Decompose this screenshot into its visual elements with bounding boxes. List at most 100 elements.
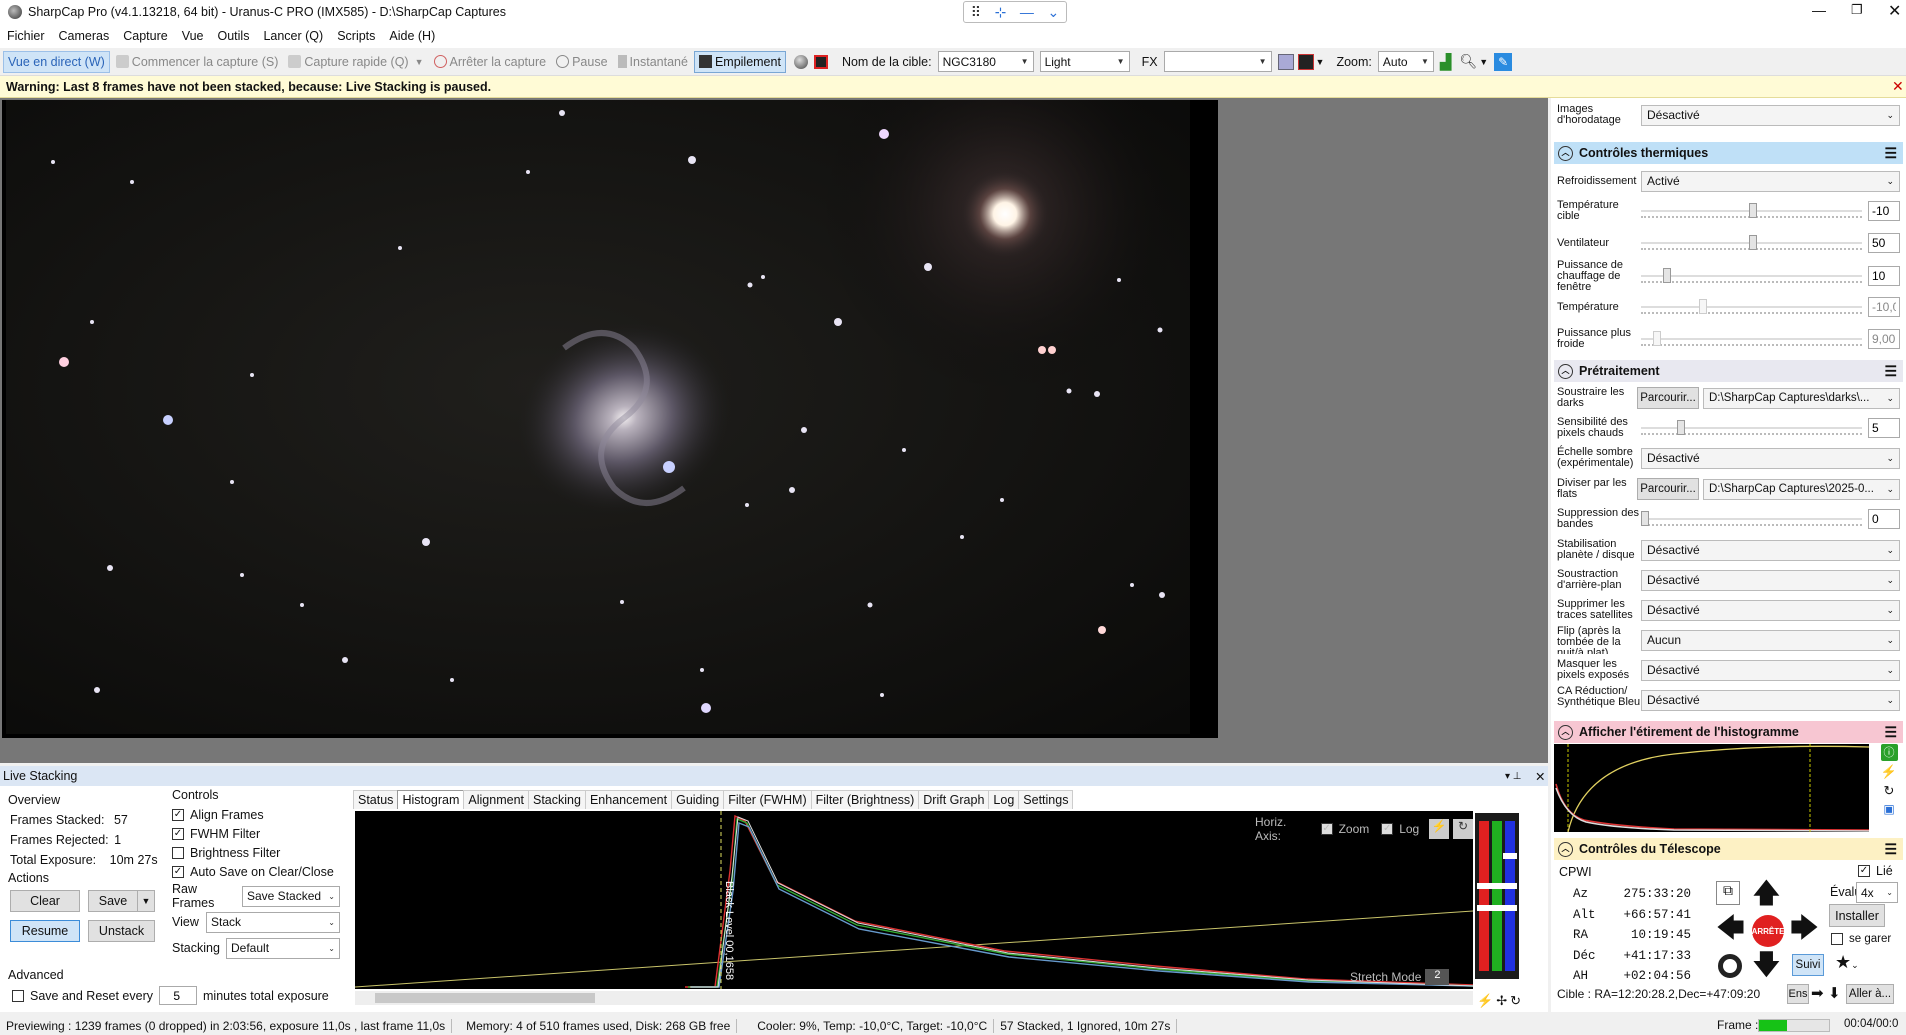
log-checkbox[interactable]: ✓ bbox=[1381, 823, 1394, 835]
pin-icon[interactable]: ▾ ⊥ bbox=[1505, 771, 1522, 782]
snap-toolbar[interactable]: ⠿ ⊹ — ⌄ bbox=[963, 1, 1067, 23]
live-image[interactable] bbox=[2, 100, 1218, 738]
histogram-stretch-graph[interactable]: ⓘ ⚡ ↻ ▣ bbox=[1554, 744, 1898, 833]
collapse-icon[interactable]: ︿ bbox=[1558, 145, 1573, 161]
save-stretch-icon[interactable]: ▣ bbox=[1883, 802, 1894, 816]
menu-icon[interactable]: ☰ bbox=[1884, 363, 1897, 380]
histogram-section-header[interactable]: ︿ Afficher l'étirement de l'histogramme … bbox=[1554, 721, 1903, 743]
menu-icon[interactable]: ☰ bbox=[1884, 841, 1897, 858]
banding-slider[interactable] bbox=[1641, 508, 1862, 530]
histogram-scrollbar[interactable] bbox=[355, 991, 1473, 1005]
fan-slider[interactable] bbox=[1641, 232, 1862, 254]
flip-combo[interactable]: Aucun ⌄ bbox=[1641, 629, 1900, 651]
star-icon[interactable]: ★⌄ bbox=[1835, 952, 1859, 973]
arrow-left-icon[interactable]: 🡄 bbox=[1716, 913, 1745, 943]
brightness-filter-checkbox[interactable]: Brightness Filter bbox=[172, 843, 342, 862]
maximize-button[interactable]: ❐ bbox=[1851, 2, 1863, 18]
save-dropdown-button[interactable]: ▼ bbox=[137, 890, 155, 912]
thermal-section-header[interactable]: ︿ Contrôles thermiques ☰ bbox=[1554, 142, 1903, 164]
zoom-icon[interactable]: 🔍︎ bbox=[1459, 53, 1477, 70]
track-button[interactable]: Suivi bbox=[1792, 954, 1824, 976]
stacking-combo[interactable]: Default ⌄ bbox=[226, 937, 340, 959]
collapse-icon[interactable]: ︿ bbox=[1558, 841, 1573, 857]
menu-fichier[interactable]: Fichier bbox=[7, 29, 45, 43]
stabil-combo[interactable]: Désactivé ⌄ bbox=[1641, 539, 1900, 561]
resume-button[interactable]: Resume bbox=[10, 920, 80, 942]
banding-input[interactable] bbox=[1868, 509, 1900, 529]
close-warning-icon[interactable]: ✕ bbox=[1892, 78, 1904, 95]
heater-slider[interactable] bbox=[1641, 265, 1862, 287]
stretch-mode-spinner[interactable]: 2 bbox=[1425, 969, 1450, 985]
rgb-level-sliders[interactable] bbox=[1475, 813, 1519, 979]
bolt-icon[interactable]: ⚡ bbox=[1429, 819, 1450, 839]
linked-checkbox[interactable]: ✓ Lié bbox=[1858, 864, 1893, 878]
rate-combo[interactable]: 4x ⌄ bbox=[1856, 882, 1898, 903]
zoom-checkbox[interactable]: ✓ bbox=[1320, 823, 1333, 835]
browse-flats-button[interactable]: Parcourir... bbox=[1637, 478, 1699, 500]
tab-guiding[interactable]: Guiding bbox=[671, 790, 725, 809]
fx-combo[interactable]: ▼ bbox=[1163, 51, 1272, 72]
menu-lancer[interactable]: Lancer (Q) bbox=[263, 29, 323, 43]
minimize-bar-icon[interactable]: — bbox=[1020, 4, 1034, 20]
menu-capture[interactable]: Capture bbox=[123, 29, 167, 43]
collapse-icon[interactable]: ︿ bbox=[1558, 363, 1573, 379]
install-button[interactable]: Installer bbox=[1829, 904, 1885, 927]
tab-log[interactable]: Log bbox=[988, 790, 1020, 809]
hotpix-input[interactable] bbox=[1868, 418, 1900, 438]
goto-button[interactable]: Aller à... bbox=[1846, 984, 1894, 1004]
stop-button[interactable]: ARRÊTE bbox=[1752, 915, 1784, 947]
darks-combo[interactable]: D:\SharpCap Captures\darks\... ⌄ bbox=[1703, 387, 1900, 409]
stack-histogram[interactable]: Black Level 00,1658 Horiz. Axis: ✓ Zoom ✓… bbox=[355, 811, 1473, 989]
target-temp-slider[interactable] bbox=[1641, 200, 1862, 222]
live-view-button[interactable]: Vue en direct (W) bbox=[3, 50, 110, 73]
reticle-icon[interactable] bbox=[1297, 53, 1314, 70]
snap-icon[interactable]: ⊹ bbox=[995, 4, 1007, 21]
frame-type-combo[interactable]: Light ▼ bbox=[1039, 51, 1130, 72]
arrow-down-icon[interactable]: 🡇 bbox=[1752, 950, 1781, 980]
reset-icon[interactable]: ↻ bbox=[1884, 783, 1895, 799]
arrow-up-icon[interactable]: 🡅 bbox=[1752, 878, 1781, 908]
unstack-button[interactable]: Unstack bbox=[88, 920, 155, 942]
flats-combo[interactable]: D:\SharpCap Captures\2025-0... ⌄ bbox=[1703, 478, 1900, 500]
bolt-icon[interactable]: ⚡ bbox=[1477, 993, 1493, 1009]
menu-scripts[interactable]: Scripts bbox=[337, 29, 375, 43]
collapse-icon[interactable]: ︿ bbox=[1558, 724, 1573, 740]
grip-icon[interactable]: ⠿ bbox=[971, 4, 981, 21]
ca-combo[interactable]: Désactivé ⌄ bbox=[1641, 689, 1900, 711]
darkscale-combo[interactable]: Désactivé ⌄ bbox=[1641, 447, 1900, 469]
tab-enhancement[interactable]: Enhancement bbox=[584, 790, 673, 809]
bolt-icon[interactable]: ⚡ bbox=[1881, 764, 1897, 780]
brush-icon[interactable]: ✎ bbox=[1494, 52, 1513, 71]
menu-icon[interactable]: ☰ bbox=[1884, 145, 1897, 162]
tab-stacking[interactable]: Stacking bbox=[528, 790, 586, 809]
sync-icon[interactable]: ⧉ bbox=[1716, 881, 1740, 905]
globe-icon[interactable] bbox=[793, 54, 808, 69]
sat-combo[interactable]: Désactivé ⌄ bbox=[1641, 599, 1900, 621]
heater-input[interactable] bbox=[1868, 266, 1900, 286]
view-combo[interactable]: Stack ⌄ bbox=[206, 911, 340, 933]
reset-icon[interactable]: ↻ bbox=[1453, 819, 1473, 839]
fwhm-filter-checkbox[interactable]: ✓ FWHM Filter bbox=[172, 824, 342, 843]
bg-combo[interactable]: Désactivé ⌄ bbox=[1641, 569, 1900, 591]
tab-settings[interactable]: Settings bbox=[1018, 790, 1074, 809]
tab-drift-graph[interactable]: Drift Graph bbox=[918, 790, 990, 809]
target-icon[interactable] bbox=[813, 54, 828, 69]
start-capture-button[interactable]: Commencer la capture (S) bbox=[112, 51, 283, 73]
arrow-right-small-icon[interactable]: ➡ bbox=[1811, 984, 1824, 1002]
target-temp-input[interactable] bbox=[1868, 201, 1900, 221]
close-panel-icon[interactable]: ✕ bbox=[1535, 769, 1545, 784]
chevron-down-icon[interactable]: ⌄ bbox=[1047, 4, 1059, 21]
mask-combo[interactable]: Désactivé ⌄ bbox=[1641, 659, 1900, 681]
home-icon[interactable] bbox=[1718, 954, 1742, 978]
preprocessing-section-header[interactable]: ︿ Prétraitement ☰ bbox=[1554, 360, 1903, 382]
stacking-button[interactable]: Empilement bbox=[693, 50, 786, 73]
tab-alignment[interactable]: Alignment bbox=[463, 790, 529, 809]
tab-histogram[interactable]: Histogram bbox=[397, 790, 465, 809]
graph-icon[interactable]: ▟ bbox=[1440, 53, 1452, 71]
save-reset-checkbox[interactable] bbox=[12, 989, 24, 1002]
pause-button[interactable]: Pause bbox=[552, 51, 611, 73]
menu-vue[interactable]: Vue bbox=[182, 29, 204, 43]
quick-capture-button[interactable]: Capture rapide (Q) ▼ bbox=[284, 51, 427, 73]
tab-status[interactable]: Status bbox=[353, 790, 399, 809]
auto-save-checkbox[interactable]: ✓ Auto Save on Clear/Close bbox=[172, 862, 342, 881]
